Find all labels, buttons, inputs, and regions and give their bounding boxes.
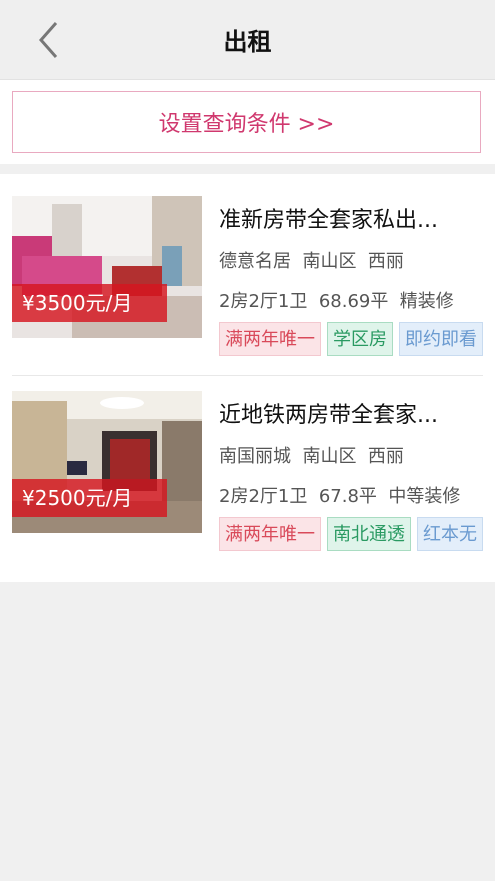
area-name: 西丽: [367, 251, 404, 272]
listing-title: 近地铁两房带全套家...: [219, 403, 438, 428]
listing-list: ¥3500元/月 准新房带全套家私出... 德意名居 南山区 西丽 2房2厅1卫…: [0, 174, 495, 582]
tag: 满两年唯一: [219, 322, 321, 356]
filter-section: 设置查询条件 >>: [0, 80, 495, 164]
price-badge: ¥3500元/月: [12, 284, 167, 322]
decoration-level: 中等装修: [388, 486, 461, 507]
listing-photo: ¥2500元/月: [12, 391, 202, 533]
listing-photo: ¥3500元/月: [12, 196, 202, 338]
district-name: 南山区: [302, 251, 357, 272]
set-query-conditions-button[interactable]: 设置查询条件 >>: [12, 91, 481, 153]
price-badge: ¥2500元/月: [12, 479, 167, 517]
nav-bar: 出租: [0, 0, 495, 80]
room-layout: 2房2厅1卫: [219, 486, 308, 507]
room-layout: 2房2厅1卫: [219, 291, 308, 312]
listing-item[interactable]: ¥2500元/月 近地铁两房带全套家... 南国丽城 南山区 西丽 2房2厅1卫…: [0, 369, 495, 564]
listing-tags: 满两年唯一 学区房 即约即看: [219, 322, 495, 358]
tag: 南北通透: [327, 517, 411, 551]
floor-area: 68.69平: [318, 291, 389, 312]
tag: 学区房: [327, 322, 393, 356]
tag: 满两年唯一: [219, 517, 321, 551]
district-name: 南山区: [302, 446, 357, 467]
listing-specs: 2房2厅1卫 68.69平 精装修: [219, 287, 454, 313]
listing-tags: 满两年唯一 南北通透 红本无: [219, 517, 495, 553]
listing-title: 准新房带全套家私出...: [219, 208, 438, 233]
listing-address: 德意名居 南山区 西丽: [219, 247, 404, 273]
decoration-level: 精装修: [399, 291, 454, 312]
listing-specs: 2房2厅1卫 67.8平 中等装修: [219, 482, 460, 508]
area-name: 西丽: [367, 446, 404, 467]
floor-area: 67.8平: [318, 486, 377, 507]
listing-item[interactable]: ¥3500元/月 准新房带全套家私出... 德意名居 南山区 西丽 2房2厅1卫…: [0, 174, 495, 376]
tag: 即约即看: [399, 322, 483, 356]
page-title: 出租: [223, 28, 272, 56]
tag: 红本无: [417, 517, 483, 551]
community-name: 南国丽城: [219, 446, 291, 467]
listing-address: 南国丽城 南山区 西丽: [219, 442, 404, 468]
community-name: 德意名居: [219, 251, 291, 272]
